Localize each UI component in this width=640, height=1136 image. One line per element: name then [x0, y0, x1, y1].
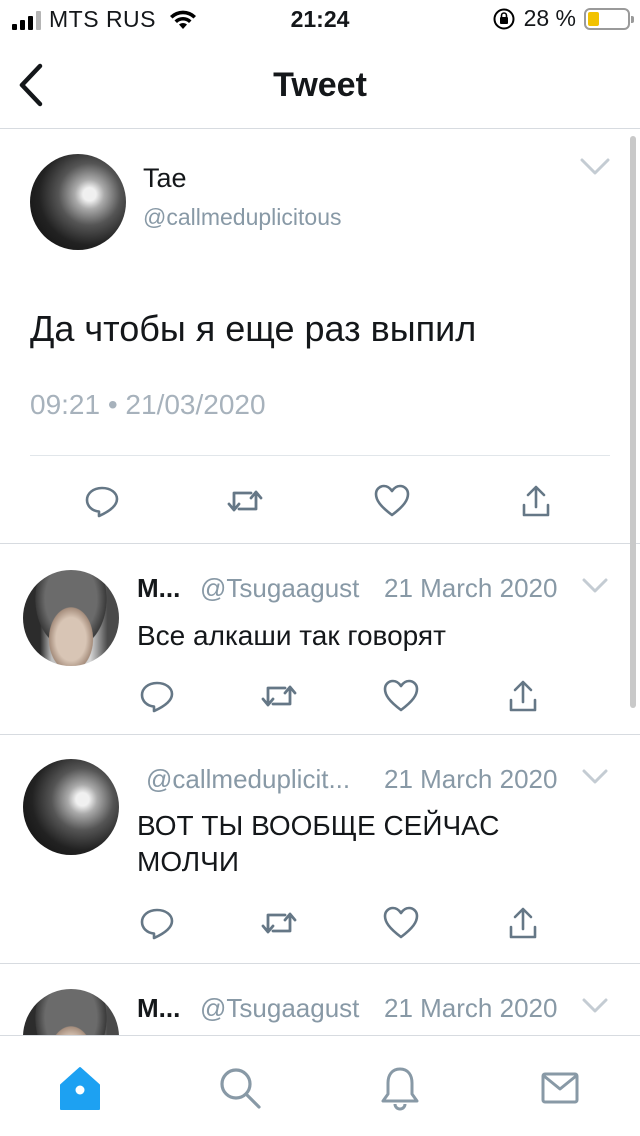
page-title: Tweet	[273, 66, 367, 104]
share-button[interactable]	[514, 482, 558, 520]
retweet-icon	[227, 490, 263, 512]
reply-actions	[135, 904, 555, 942]
author-handle[interactable]: @callmeduplicit...	[146, 764, 350, 795]
avatar[interactable]	[23, 989, 119, 1035]
retweet-button[interactable]	[223, 482, 267, 520]
retweet-icon	[261, 685, 297, 707]
reply-tweet[interactable]: M... @Tsugaagust 21 March 2020	[0, 965, 640, 1035]
share-button[interactable]	[501, 904, 545, 942]
author-name[interactable]: M...	[137, 993, 180, 1024]
tweet-menu-button[interactable]	[580, 158, 610, 181]
author-handle[interactable]: @callmeduplicitous	[143, 204, 342, 231]
chevron-down-icon	[582, 769, 608, 784]
reply-icon	[140, 681, 174, 713]
share-icon	[509, 680, 537, 712]
author-name[interactable]: Tae	[143, 163, 187, 194]
tweet-text: Да чтобы я еще раз выпил	[30, 308, 477, 349]
author-handle[interactable]: @Tsugaagust	[200, 573, 359, 604]
tab-messages[interactable]	[536, 1064, 584, 1112]
reply-text: Все алкаши так говорят	[137, 620, 446, 651]
like-icon	[383, 679, 419, 712]
like-button[interactable]	[370, 482, 414, 520]
messages-icon	[541, 1072, 579, 1104]
avatar[interactable]	[30, 154, 126, 250]
avatar[interactable]	[23, 570, 119, 666]
tab-notifications[interactable]	[376, 1064, 424, 1112]
like-button[interactable]	[379, 904, 423, 942]
home-icon	[60, 1067, 100, 1110]
reply-tweet[interactable]: @callmeduplicit... 21 March 2020 ВОТ ТЫ …	[0, 736, 640, 964]
reply-button[interactable]	[135, 677, 179, 715]
battery-icon	[584, 7, 634, 30]
battery-percent: 28 %	[523, 5, 576, 31]
battery-fill	[588, 11, 599, 26]
tab-home[interactable]	[56, 1064, 104, 1112]
notifications-icon	[381, 1067, 419, 1111]
tweet-timestamp: 09:21 • 21/03/2020	[30, 389, 266, 420]
like-icon	[383, 906, 419, 939]
status-bar: MTS RUS 21:24 28 %	[0, 0, 640, 40]
reply-actions	[135, 677, 555, 715]
author-handle[interactable]: @Tsugaagust	[200, 993, 359, 1024]
tweet-actions	[80, 482, 560, 518]
reply-tweet[interactable]: M... @Tsugaagust 21 March 2020 Все алкаш…	[0, 545, 640, 735]
orientation-lock-icon	[493, 8, 515, 29]
reply-button[interactable]	[135, 904, 179, 942]
reply-date: 21 March 2020	[384, 993, 558, 1023]
tab-bar	[0, 1035, 640, 1136]
reply-icon	[85, 486, 119, 518]
reply-date: 21 March 2020	[384, 764, 558, 794]
retweet-icon	[261, 912, 297, 934]
reply-text: ВОТ ТЫ ВООБЩЕ СЕЙЧАС МОЛЧИ	[137, 810, 500, 877]
chevron-down-icon	[580, 158, 610, 175]
reply-button[interactable]	[80, 482, 124, 520]
chevron-down-icon	[582, 998, 608, 1013]
share-icon	[509, 907, 537, 939]
like-icon	[374, 484, 410, 517]
tab-search[interactable]	[216, 1064, 264, 1112]
search-icon	[220, 1068, 261, 1109]
divider	[30, 455, 610, 456]
status-right-group: 28 %	[492, 5, 634, 32]
tweet-menu-button[interactable]	[582, 998, 608, 1019]
retweet-button[interactable]	[257, 904, 301, 942]
chevron-down-icon	[582, 578, 608, 593]
main-tweet: Tae @callmeduplicitous Да чтобы я еще ра…	[0, 130, 640, 544]
share-icon	[522, 485, 550, 517]
nav-header: Tweet	[0, 40, 640, 129]
like-button[interactable]	[379, 677, 423, 715]
share-button[interactable]	[501, 677, 545, 715]
reply-date: 21 March 2020	[384, 573, 558, 603]
avatar[interactable]	[23, 759, 119, 855]
scroll-indicator[interactable]	[630, 136, 636, 708]
author-name[interactable]: M...	[137, 573, 180, 604]
tweet-menu-button[interactable]	[582, 578, 608, 599]
reply-icon	[140, 908, 174, 940]
tweet-menu-button[interactable]	[582, 769, 608, 790]
retweet-button[interactable]	[257, 677, 301, 715]
